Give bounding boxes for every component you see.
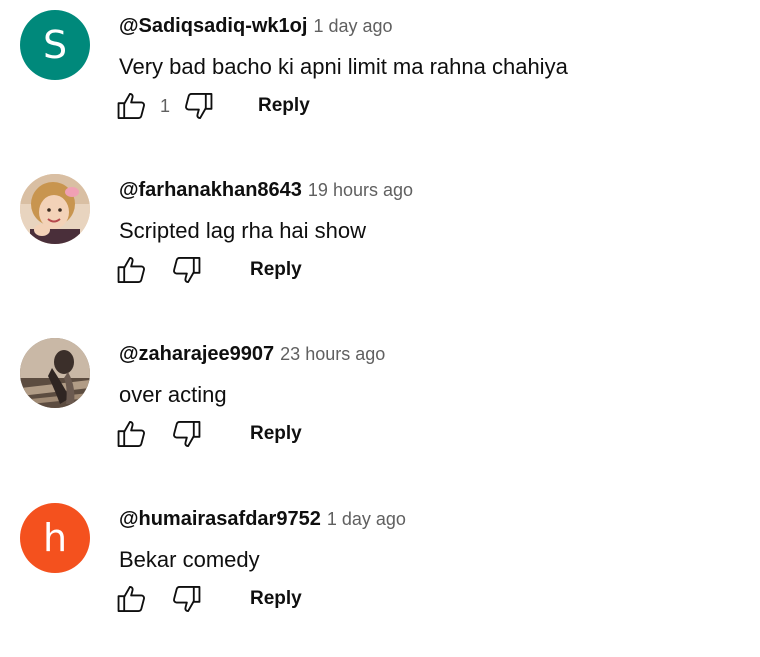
thumbs-up-icon: [117, 93, 145, 119]
comment-header: @zaharajee9907 23 hours ago: [119, 342, 385, 368]
thumbs-down-icon: [173, 586, 201, 612]
like-button[interactable]: [114, 252, 150, 288]
comment-actions: Reply: [114, 581, 302, 617]
like-button[interactable]: [114, 88, 150, 124]
dislike-button[interactable]: [168, 416, 204, 452]
thumbs-up-icon: [117, 421, 145, 447]
comment-item: @zaharajee9907 23 hours ago over acting R…: [0, 328, 760, 478]
thumbs-down-icon: [185, 93, 213, 119]
comment-text: over acting: [119, 382, 227, 407]
comment-header: @humairasafdar9752 1 day ago: [119, 507, 406, 533]
comment-actions: 1 Reply: [114, 88, 310, 124]
comment-text: Bekar comedy: [119, 547, 260, 572]
comment-actions: Reply: [114, 416, 302, 452]
avatar[interactable]: [20, 174, 90, 244]
author-name[interactable]: @Sadiqsadiq-wk1oj: [119, 15, 307, 37]
profile-photo-avatar: [20, 338, 90, 408]
comment-item: @farhanakhan8643 19 hours ago Scripted la…: [0, 164, 760, 314]
reply-button[interactable]: Reply: [250, 423, 302, 445]
dislike-button[interactable]: [180, 88, 216, 124]
thumbs-down-icon: [173, 421, 201, 447]
comment-header: @farhanakhan8643 19 hours ago: [119, 178, 413, 204]
like-button[interactable]: [114, 581, 150, 617]
thumbs-down-icon: [173, 257, 201, 283]
timestamp[interactable]: 1 day ago: [327, 509, 406, 529]
reply-button[interactable]: Reply: [258, 95, 310, 117]
profile-photo-avatar: [20, 174, 90, 244]
thumbs-up-icon: [117, 257, 145, 283]
like-button[interactable]: [114, 416, 150, 452]
comment-text: Scripted lag rha hai show: [119, 218, 367, 243]
comment-text: Very bad bacho ki apni limit ma rahna ch…: [119, 54, 568, 79]
avatar-letter: S: [42, 23, 68, 67]
comment-item: h @humairasafdar9752 1 day ago Bekar come…: [0, 493, 760, 643]
timestamp[interactable]: 1 day ago: [313, 16, 392, 36]
comment-header: @Sadiqsadiq-wk1oj 1 day ago: [119, 14, 393, 40]
thumbs-up-icon: [117, 586, 145, 612]
avatar-letter: h: [42, 516, 68, 560]
avatar[interactable]: h: [20, 503, 90, 573]
timestamp[interactable]: 19 hours ago: [308, 180, 413, 200]
reply-button[interactable]: Reply: [250, 259, 302, 281]
comment-item: S @Sadiqsadiq-wk1oj 1 day ago Very bad ba…: [0, 0, 760, 150]
dislike-button[interactable]: [168, 581, 204, 617]
avatar[interactable]: S: [20, 10, 90, 80]
avatar[interactable]: [20, 338, 90, 408]
author-name[interactable]: @humairasafdar9752: [119, 508, 321, 530]
timestamp[interactable]: 23 hours ago: [280, 344, 385, 364]
comment-actions: Reply: [114, 252, 302, 288]
like-count: 1: [160, 95, 171, 116]
author-name[interactable]: @zaharajee9907: [119, 343, 274, 365]
reply-button[interactable]: Reply: [250, 588, 302, 610]
dislike-button[interactable]: [168, 252, 204, 288]
author-name[interactable]: @farhanakhan8643: [119, 179, 302, 201]
